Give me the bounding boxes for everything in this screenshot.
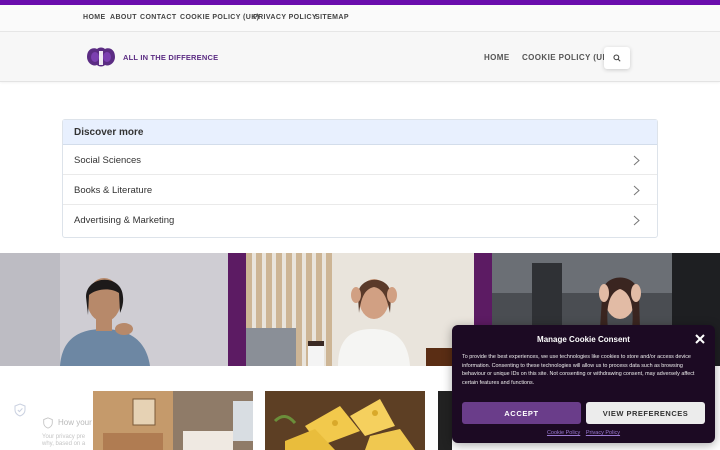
cookie-policy-link[interactable]: Cookie Policy bbox=[547, 430, 580, 436]
logo-mark-icon bbox=[87, 47, 115, 67]
topnav-about[interactable]: ABOUT bbox=[110, 14, 137, 21]
article-card-cheese[interactable] bbox=[265, 391, 425, 450]
hero-divider bbox=[228, 253, 246, 366]
discover-item-books-literature[interactable]: Books & Literature bbox=[63, 175, 657, 205]
article-card-partial[interactable] bbox=[438, 391, 452, 450]
discover-item-social-sciences[interactable]: Social Sciences bbox=[63, 145, 657, 175]
discover-item-label: Social Sciences bbox=[74, 155, 142, 166]
accept-button[interactable]: ACCEPT bbox=[462, 402, 581, 424]
logo-text: ALL IN THE DIFFERENCE bbox=[123, 53, 219, 62]
header-nav-cookie-policy[interactable]: COOKIE POLICY (UK) bbox=[522, 53, 612, 62]
discover-item-advertising-marketing[interactable]: Advertising & Marketing bbox=[63, 205, 657, 235]
cookie-dialog-links: Cookie Policy Privacy Policy bbox=[452, 430, 715, 436]
privacy-widget-text: why, based on a bbox=[42, 441, 86, 447]
privacy-widget-title: How your bbox=[58, 418, 92, 427]
discover-item-label: Books & Literature bbox=[74, 185, 153, 196]
privacy-policy-link[interactable]: Privacy Policy bbox=[586, 430, 620, 436]
topnav-home[interactable]: HOME bbox=[83, 14, 106, 21]
discover-item-label: Advertising & Marketing bbox=[74, 215, 175, 226]
site-header: ALL IN THE DIFFERENCE HOME COOKIE POLICY… bbox=[0, 32, 720, 82]
hero-photo-thinking-woman bbox=[0, 253, 228, 366]
discover-more-panel: Discover more Social Sciences Books & Li… bbox=[62, 119, 658, 238]
topnav-privacy-policy[interactable]: PRIVACY POLICY bbox=[253, 14, 317, 21]
chevron-right-icon bbox=[633, 215, 640, 226]
search-button[interactable] bbox=[604, 47, 630, 69]
site-logo[interactable]: ALL IN THE DIFFERENCE bbox=[83, 42, 223, 72]
discover-more-title: Discover more bbox=[63, 120, 657, 145]
chevron-right-icon bbox=[633, 185, 640, 196]
chevron-right-icon bbox=[633, 155, 640, 166]
search-icon bbox=[613, 54, 621, 62]
privacy-widget-text: Your privacy pre bbox=[42, 434, 86, 440]
topnav-cookie-policy[interactable]: COOKIE POLICY (UK) bbox=[180, 14, 259, 21]
top-navigation: HOME ABOUT CONTACT COOKIE POLICY (UK) PR… bbox=[0, 5, 720, 32]
hero-photo-stressed-woman bbox=[246, 253, 474, 366]
article-thumbnail bbox=[265, 391, 425, 450]
view-preferences-button[interactable]: VIEW PREFERENCES bbox=[586, 402, 705, 424]
topnav-sitemap[interactable]: SITEMAP bbox=[315, 14, 349, 21]
header-nav-home[interactable]: HOME bbox=[484, 53, 510, 62]
cookie-dialog-body: To provide the best experiences, we use … bbox=[462, 354, 695, 386]
shield-icon bbox=[43, 417, 53, 429]
shield-icon bbox=[14, 403, 26, 417]
cookie-consent-dialog: Manage Cookie Consent To provide the bes… bbox=[452, 325, 715, 443]
cookie-dialog-title: Manage Cookie Consent bbox=[537, 335, 630, 344]
topnav-contact[interactable]: CONTACT bbox=[140, 14, 177, 21]
close-icon[interactable] bbox=[694, 333, 706, 345]
privacy-widget[interactable]: How your Your privacy pre why, based on … bbox=[8, 398, 128, 450]
